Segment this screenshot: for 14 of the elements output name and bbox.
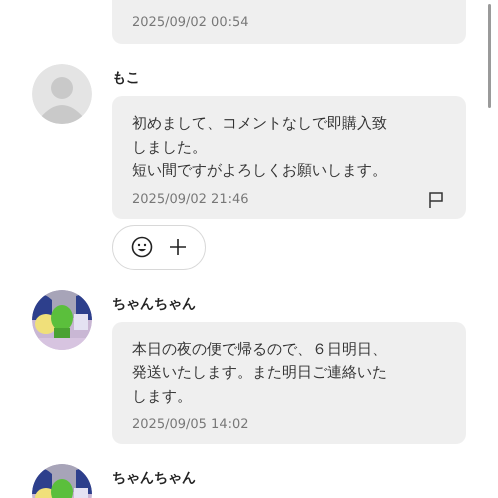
timestamp: 2025/09/02 21:46 [132, 190, 249, 208]
timestamp: 2025/09/02 00:54 [132, 14, 249, 32]
smiley-icon [131, 236, 153, 258]
scrollbar[interactable] [488, 4, 491, 108]
message-text: 短い間ですがよろしくお願いします。 [132, 160, 388, 181]
user-name: ちゃんちゃん [112, 469, 196, 488]
user-name: もこ [112, 69, 140, 88]
user-name: ちゃんちゃん [112, 294, 196, 314]
timestamp: 2025/09/05 14:02 [132, 416, 249, 434]
message-text: 初めまして、コメントなしで即購入致しました。 [132, 113, 388, 158]
flag-icon[interactable] [428, 190, 444, 208]
plus-icon [167, 236, 189, 258]
reaction-button[interactable] [112, 224, 206, 270]
message-text: 本日の夜の便で帰るので、６日明日、発送いたします。また明日ご連絡いたします。 [132, 338, 388, 406]
